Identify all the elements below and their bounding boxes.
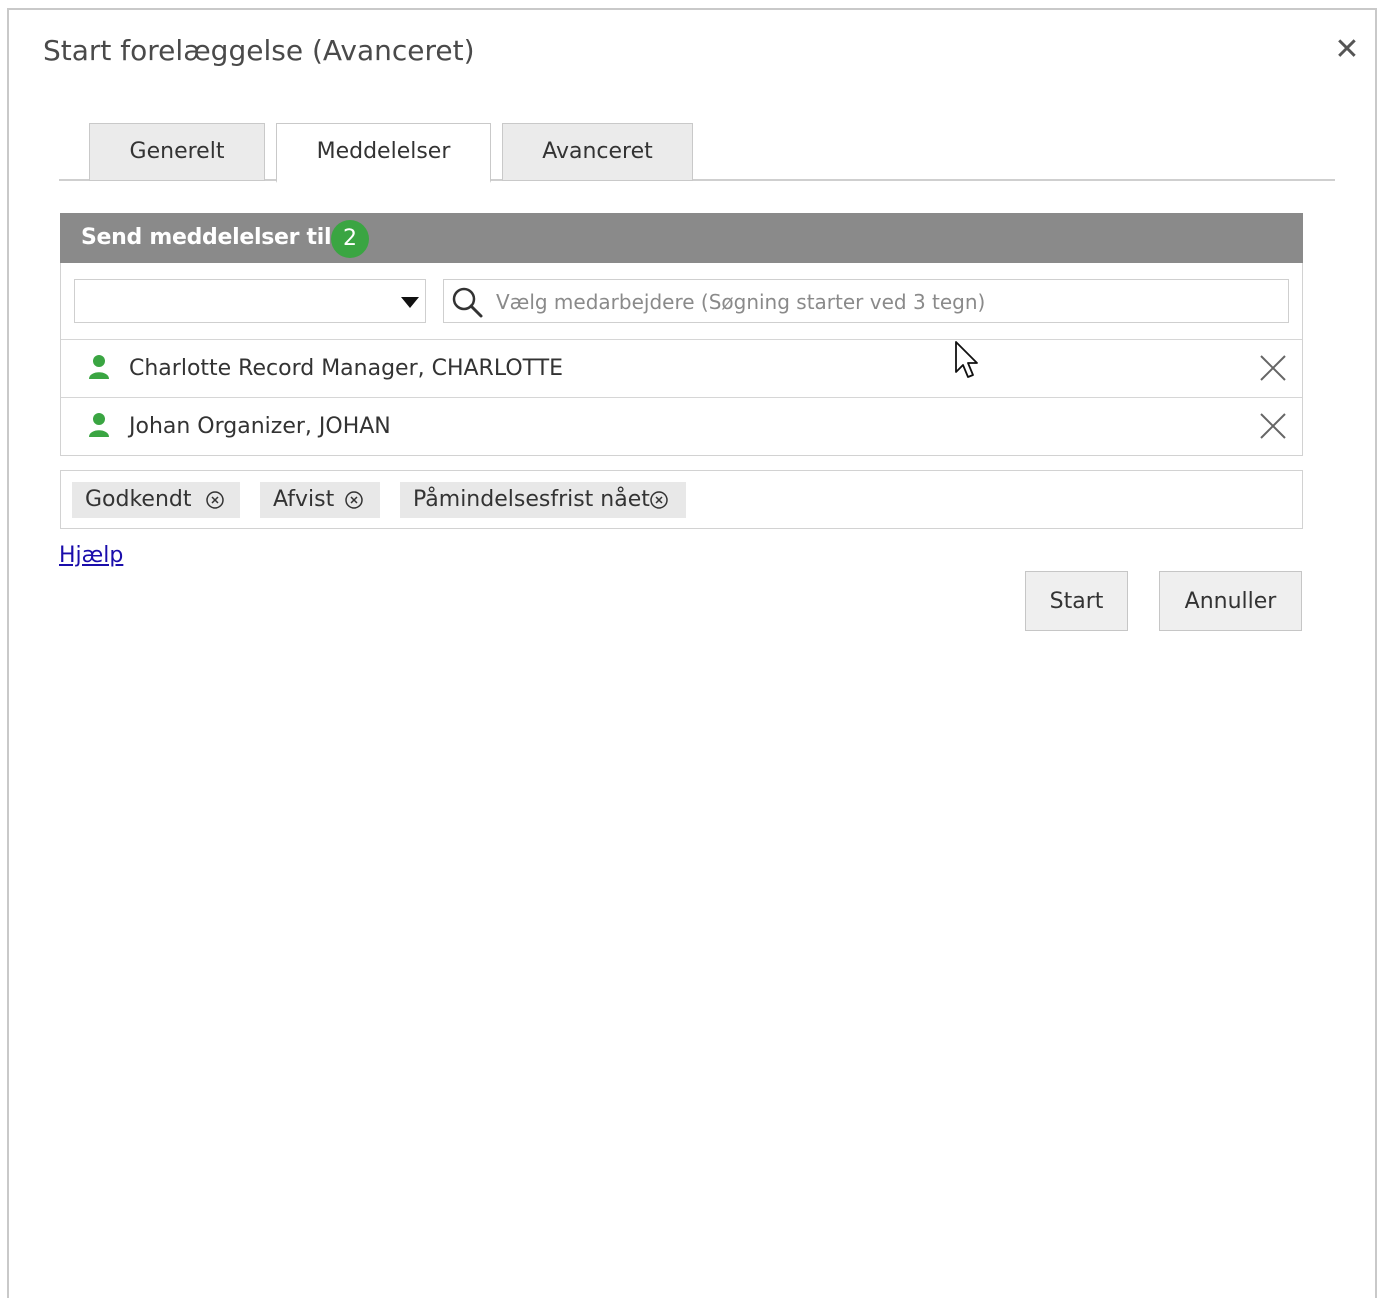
tab-generelt[interactable]: Generelt (89, 123, 265, 181)
start-presentation-dialog: Start forelæggelse (Avanceret) ✕ Generel… (7, 8, 1377, 1298)
status-chip-label: Påmindelsesfrist nået (413, 487, 650, 512)
dialog-title: Start forelæggelse (Avanceret) (43, 34, 475, 67)
status-chip-label: Godkendt (85, 487, 192, 512)
remove-recipient-icon[interactable] (1257, 410, 1289, 442)
close-icon[interactable]: ✕ (1329, 32, 1365, 68)
dropdown-arrow-icon (401, 297, 419, 308)
tab-avanceret[interactable]: Avanceret (502, 123, 693, 181)
recipients-panel: Charlotte Record Manager, CHARLOTTE Joha… (60, 263, 1303, 456)
recipient-row: Johan Organizer, JOHAN (61, 397, 1302, 455)
employee-search-input[interactable] (494, 281, 1278, 323)
start-button[interactable]: Start (1025, 571, 1128, 631)
search-icon (452, 287, 483, 318)
remove-chip-icon[interactable] (649, 490, 669, 510)
notification-status-filter: Godkendt Afvist Påmindelsesfrist nået (60, 470, 1303, 529)
recipient-name: Charlotte Record Manager, CHARLOTTE (129, 356, 564, 381)
remove-recipient-icon[interactable] (1257, 352, 1289, 384)
remove-chip-icon[interactable] (344, 490, 364, 510)
person-icon (89, 413, 109, 437)
mouse-pointer-icon (955, 341, 978, 378)
employee-search-field[interactable] (443, 279, 1289, 323)
recipients-header-label: Send meddelelser til (81, 225, 332, 250)
tab-meddelelser[interactable]: Meddelelser (276, 123, 491, 183)
recipient-name: Johan Organizer, JOHAN (129, 414, 391, 439)
recipient-type-select[interactable] (74, 279, 426, 323)
remove-chip-icon[interactable] (205, 490, 225, 510)
status-chip-godkendt: Godkendt (72, 482, 240, 518)
cancel-button[interactable]: Annuller (1159, 571, 1302, 631)
recipient-count-badge: 2 (331, 220, 369, 258)
recipients-panel-header: Send meddelelser til 2 (60, 213, 1303, 263)
recipient-row: Charlotte Record Manager, CHARLOTTE (61, 339, 1302, 397)
person-icon (89, 355, 109, 379)
status-chip-afvist: Afvist (260, 482, 380, 518)
status-chip-reminder-deadline: Påmindelsesfrist nået (400, 482, 686, 518)
help-link[interactable]: Hjælp (59, 543, 123, 568)
status-chip-label: Afvist (273, 487, 335, 512)
